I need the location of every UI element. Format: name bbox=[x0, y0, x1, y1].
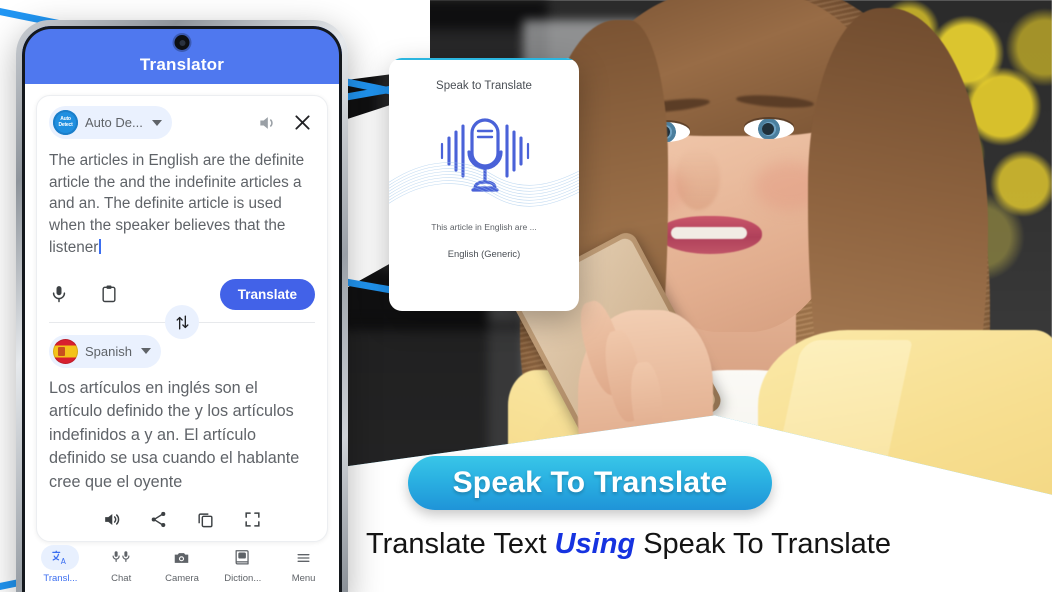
promo-pill-label: Speak To Translate bbox=[452, 466, 728, 499]
speak-card-language: English (Generic) bbox=[447, 248, 521, 259]
source-language-chip[interactable]: Auto Detect Auto De... bbox=[49, 106, 172, 139]
source-text-area[interactable]: The articles in English are the definite… bbox=[49, 150, 315, 259]
close-icon[interactable] bbox=[292, 112, 313, 133]
nav-label-chat: Chat bbox=[111, 573, 132, 584]
speaker-icon[interactable] bbox=[102, 510, 121, 529]
chevron-down-icon bbox=[151, 119, 162, 126]
chat-mic-icon bbox=[102, 545, 140, 570]
tagline-emphasis: Using bbox=[554, 528, 636, 560]
speak-card-recognized-text: This article in English are ... bbox=[431, 222, 537, 232]
source-language-label: Auto De... bbox=[85, 115, 143, 130]
nav-label-menu: Menu bbox=[291, 573, 316, 584]
sound-wave-graphic bbox=[389, 154, 579, 210]
app-header: Translator bbox=[22, 26, 342, 84]
copy-icon[interactable] bbox=[196, 510, 215, 529]
camera-punch-hole bbox=[174, 35, 190, 50]
share-icon[interactable] bbox=[149, 510, 168, 529]
auto-detect-badge-line2: Detect bbox=[58, 121, 73, 128]
camera-icon bbox=[163, 545, 201, 570]
translate-icon: A bbox=[41, 545, 80, 570]
screenshot-stage: Translator Auto Detect Auto De... The ar… bbox=[0, 0, 1052, 592]
nav-label-dictionary: Diction... bbox=[224, 573, 262, 584]
svg-text:A: A bbox=[61, 557, 67, 566]
source-actions bbox=[257, 112, 315, 133]
source-language-row: Auto Detect Auto De... bbox=[49, 106, 315, 139]
phone-screen: Translator Auto Detect Auto De... The ar… bbox=[22, 26, 342, 592]
nav-label-dictionary-camera: Camera bbox=[165, 573, 199, 584]
swap-vertical-icon[interactable] bbox=[165, 305, 199, 340]
nose bbox=[676, 148, 720, 210]
phone-mockup: Translator Auto Detect Auto De... The ar… bbox=[16, 20, 348, 592]
translated-text: Los artículos en inglés son el artículo … bbox=[49, 378, 300, 491]
nav-label-translate: Transl... bbox=[43, 573, 78, 584]
promo-pill-banner: Speak To Translate bbox=[408, 456, 772, 510]
target-language-label: Spanish bbox=[85, 343, 132, 359]
nav-item-dictionary[interactable]: Diction... bbox=[214, 545, 272, 584]
promo-tagline: Translate Text Using Speak To Translate bbox=[366, 528, 966, 561]
language-divider bbox=[49, 305, 315, 340]
translator-card: Auto Detect Auto De... The articles in E… bbox=[36, 95, 328, 543]
output-actions bbox=[49, 510, 315, 529]
nav-item-camera[interactable]: Camera bbox=[153, 545, 211, 584]
microphone-icon[interactable] bbox=[49, 283, 69, 305]
target-language-chip[interactable]: Spanish bbox=[49, 334, 161, 368]
microphone-wave-icon bbox=[389, 102, 579, 214]
auto-detect-badge-icon: Auto Detect bbox=[53, 110, 78, 135]
speak-to-translate-card[interactable]: Speak to Translate This article in Engli… bbox=[389, 58, 579, 311]
nav-item-chat[interactable]: Chat bbox=[92, 545, 150, 584]
nav-item-menu[interactable]: Menu bbox=[275, 545, 333, 584]
fullscreen-icon[interactable] bbox=[243, 510, 262, 529]
hamburger-menu-icon bbox=[285, 545, 323, 570]
speaker-icon[interactable] bbox=[257, 113, 277, 133]
speak-card-title: Speak to Translate bbox=[436, 80, 532, 92]
target-language-row: Spanish bbox=[49, 334, 315, 368]
teeth bbox=[671, 227, 747, 239]
page-title: Translator bbox=[139, 55, 225, 74]
translate-button[interactable]: Translate bbox=[219, 278, 315, 310]
pupil-right bbox=[762, 123, 774, 135]
chevron-down-icon bbox=[140, 348, 151, 355]
text-caret bbox=[99, 238, 101, 254]
dictionary-icon bbox=[224, 545, 262, 570]
tagline-part1: Translate Text bbox=[366, 528, 555, 560]
clipboard-icon[interactable] bbox=[99, 283, 119, 305]
spain-flag-icon bbox=[53, 338, 78, 364]
tagline-part2: Speak To Translate bbox=[635, 528, 891, 560]
bottom-navigation: A Transl... Chat Camera Diction... Menu bbox=[22, 545, 342, 584]
nav-item-translate[interactable]: A Transl... bbox=[31, 545, 89, 584]
source-text: The articles in English are the definite… bbox=[49, 152, 309, 256]
